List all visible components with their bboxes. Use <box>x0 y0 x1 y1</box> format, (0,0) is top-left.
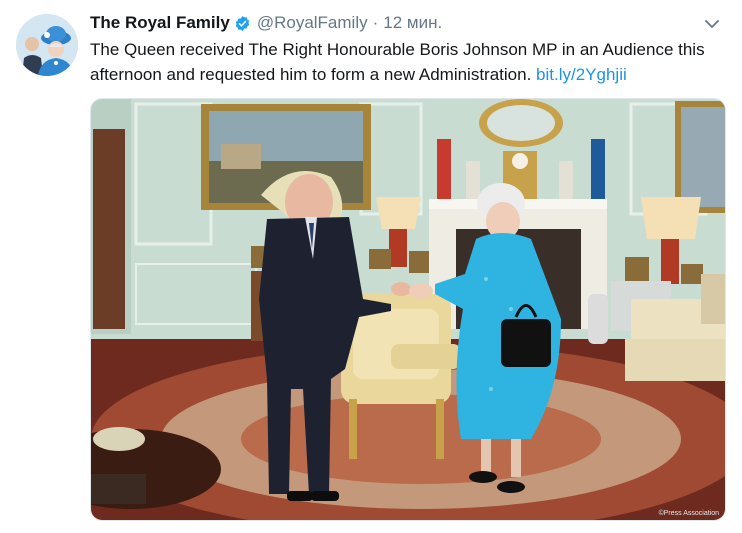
tweet-link[interactable]: bit.ly/2Yghjii <box>536 65 627 84</box>
author-handle[interactable]: @RoyalFamily <box>257 13 368 33</box>
avatar[interactable] <box>16 14 78 76</box>
author-name[interactable]: The Royal Family <box>90 13 230 33</box>
tweet-photo[interactable]: ©Press Association <box>90 98 726 521</box>
separator-dot: · <box>372 13 379 32</box>
photo-credit: ©Press Association <box>658 510 719 517</box>
verified-badge-icon <box>234 15 251 32</box>
chevron-down-icon[interactable] <box>704 16 720 32</box>
timestamp[interactable]: 12 мин. <box>383 13 442 33</box>
tweet-header: The Royal Family @RoyalFamily · 12 мин. <box>90 12 442 34</box>
tweet[interactable]: The Royal Family @RoyalFamily · 12 мин. … <box>0 0 742 533</box>
tweet-text: The Queen received The Right Honourable … <box>90 37 730 87</box>
